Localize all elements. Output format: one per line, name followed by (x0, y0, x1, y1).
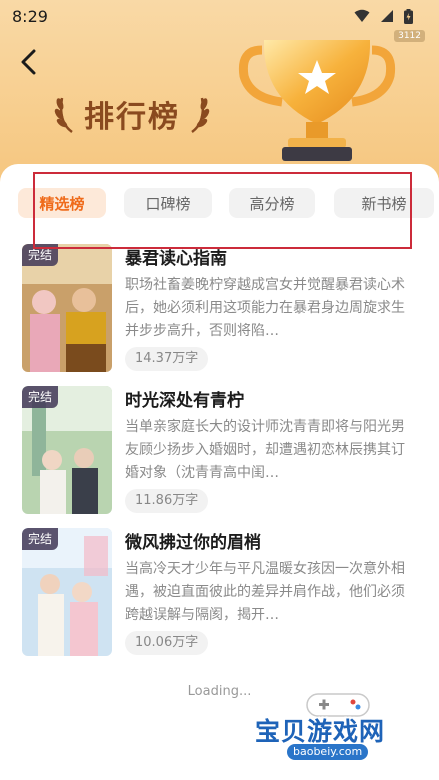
list-item[interactable]: 完结 暴君读心指南 职场社畜姜晚柠穿越成宫女并觉醒暴君读心术后，她必须利用这项能… (22, 244, 422, 386)
status-time: 8:29 (12, 6, 48, 26)
book-description: 职场社畜姜晚柠穿越成宫女并觉醒暴君读心术后，她必须利用这项能力在暴君身边周旋求生… (125, 277, 405, 339)
book-cover[interactable]: 完结 (22, 386, 112, 514)
book-list: 完结 暴君读心指南 职场社畜姜晚柠穿越成宫女并觉醒暴君读心术后，她必须利用这项能… (22, 244, 422, 670)
list-item[interactable]: 完结 微风拂过你的眉梢 当高冷天才少年与平凡温暖女孩因一次意外相遇，被迫直面彼此… (22, 528, 422, 670)
status-badge: 完结 (22, 244, 59, 266)
word-count-badge: 10.06万字 (125, 631, 209, 655)
watermark-text: 宝贝游戏网 (255, 717, 386, 746)
watermark-logo: 宝贝游戏网 baobeiy.com (255, 688, 425, 776)
status-bar: 8:29 (0, 0, 439, 32)
watermark-url: baobeiy.com (287, 744, 369, 760)
status-badge: 完结 (22, 528, 59, 550)
battery-icon (404, 8, 413, 24)
book-description: 当高冷天才少年与平凡温暖女孩因一次意外相遇，被迫直面彼此的差异并肩作战，他们必须… (125, 561, 405, 623)
book-cover[interactable]: 完结 (22, 528, 112, 656)
signal-icon (381, 10, 393, 22)
book-description: 当单亲家庭长大的设计师沈青青即将与阳光男友顾少扬步入婚姻时，却遭遇初恋林辰携其订… (125, 419, 405, 481)
status-badge: 完结 (22, 386, 59, 408)
tab-reputation[interactable]: 口碑榜 (124, 188, 212, 218)
chevron-left-icon (21, 49, 36, 75)
list-item[interactable]: 完结 时光深处有青柠 当单亲家庭长大的设计师沈青青即将与阳光男友顾少扬步入婚姻时… (22, 386, 422, 528)
laurel-right-icon (191, 97, 210, 134)
word-count-badge: 11.86万字 (125, 489, 209, 513)
book-title[interactable]: 时光深处有青柠 (125, 386, 244, 411)
word-count-badge: 14.37万字 (125, 347, 209, 371)
status-icons (354, 8, 413, 24)
book-cover[interactable]: 完结 (22, 244, 112, 372)
wifi-icon (354, 9, 370, 22)
tab-featured[interactable]: 精选榜 (18, 188, 106, 218)
book-title[interactable]: 暴君读心指南 (125, 244, 227, 269)
page-title: 排行榜 (84, 100, 180, 135)
tab-new-books[interactable]: 新书榜 (334, 188, 434, 218)
ranking-title: 排行榜 (48, 88, 216, 140)
build-code: 3112 (394, 30, 425, 42)
tab-bar: 精选榜 口碑榜 高分榜 新书榜 (18, 188, 439, 220)
laurel-left-icon (54, 97, 73, 134)
tab-high-score[interactable]: 高分榜 (229, 188, 315, 218)
book-title[interactable]: 微风拂过你的眉梢 (125, 528, 261, 553)
back-button[interactable] (12, 46, 44, 78)
trophy-icon (238, 40, 396, 161)
